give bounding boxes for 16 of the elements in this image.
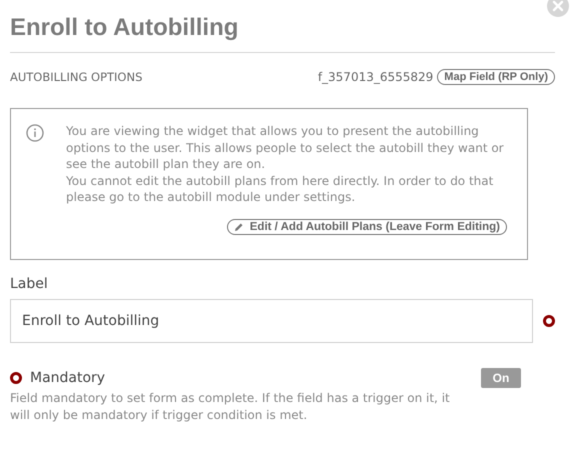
required-indicator-icon [543, 315, 555, 327]
field-label: Label [10, 276, 49, 292]
info-text: You are viewing the widget that allows you to present the autobilling options to the user. This allows people to select the autobill they want or see the autobill plan they are on. [66, 123, 505, 172]
info-icon [26, 124, 44, 142]
label-input[interactable]: Enroll to Autobilling [10, 299, 533, 343]
required-indicator-icon [10, 372, 22, 384]
dialog-title: Enroll to Autobilling [10, 10, 555, 53]
info-text: You cannot edit the autobill plans from here directly. In order to do that please go to the autobill module under settings. [66, 172, 494, 206]
mandatory-label: Mandatory [30, 370, 106, 386]
section-heading: AUTOBILLING OPTIONS [10, 70, 144, 84]
pencil-icon [234, 222, 244, 232]
mandatory-description: Field mandatory to set form as complete. If the field has a trigger on it, it will only be mandatory if trigger condition is met. [10, 390, 451, 424]
close-icon[interactable] [547, 0, 569, 17]
field-id: f_357013_6555829 [318, 70, 434, 84]
map-field-button[interactable]: Map Field (RP Only) [437, 69, 555, 85]
edit-plans-button[interactable]: Edit / Add Autobill Plans (Leave Form Editing) [226, 218, 507, 234]
